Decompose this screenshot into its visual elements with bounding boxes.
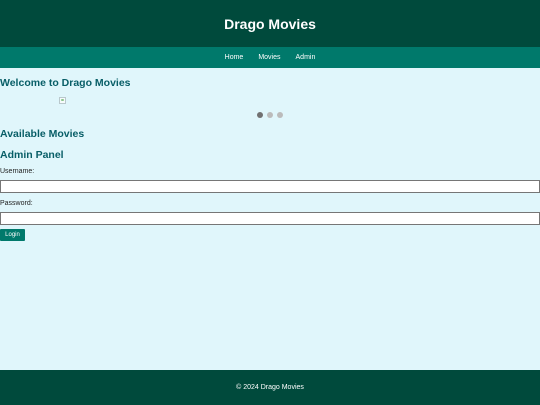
login-button[interactable]: Login (0, 229, 25, 241)
nav-movies-link[interactable]: Movies (258, 54, 280, 61)
password-input[interactable] (0, 212, 540, 225)
admin-panel-heading: Admin Panel (0, 149, 64, 161)
slide-dot-3[interactable] (277, 112, 283, 118)
slide-dot-1[interactable] (257, 112, 263, 118)
available-movies-heading: Available Movies (0, 128, 85, 140)
broken-image-icon (59, 97, 66, 104)
site-footer: © 2024 Drago Movies (0, 370, 540, 405)
nav-home-link[interactable]: Home (225, 54, 244, 61)
username-label: Username: (0, 168, 35, 175)
username-input[interactable] (0, 180, 540, 193)
slide-dot-2[interactable] (267, 112, 273, 118)
password-label: Password: (0, 200, 33, 207)
nav-admin-link[interactable]: Admin (296, 54, 316, 61)
welcome-heading: Welcome to Drago Movies (0, 77, 131, 89)
site-header: Drago Movies (0, 0, 540, 47)
site-title: Drago Movies (224, 15, 316, 32)
main-nav: Home Movies Admin (0, 47, 540, 68)
slideshow-dots (0, 112, 540, 118)
footer-copyright: © 2024 Drago Movies (236, 384, 304, 391)
